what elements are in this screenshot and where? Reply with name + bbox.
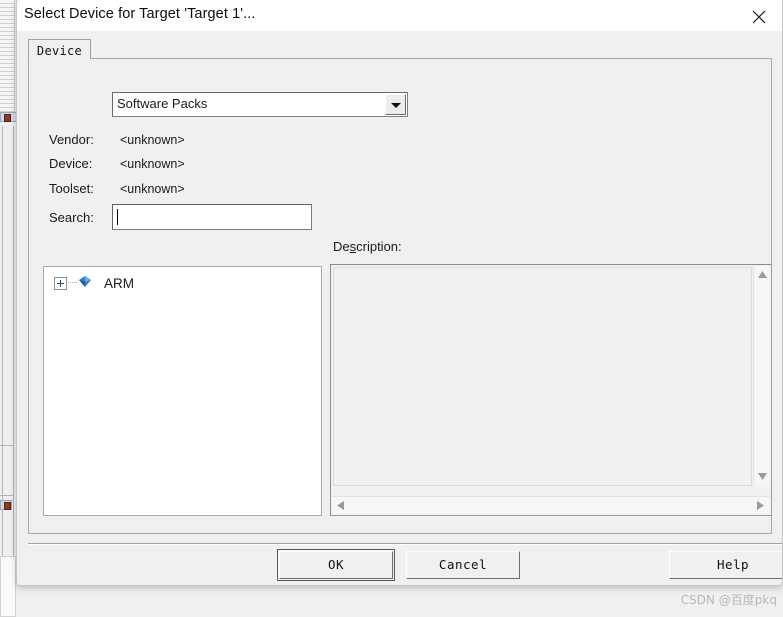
device-label: Device: — [49, 156, 93, 171]
ok-button[interactable]: OK — [277, 549, 395, 581]
footer-separator — [28, 543, 782, 545]
background-statusbar — [0, 556, 16, 617]
chevron-down-icon[interactable] — [385, 94, 406, 115]
description-panel — [330, 264, 772, 516]
triangle-left-icon[interactable] — [332, 497, 350, 515]
background-ruler — [0, 0, 15, 112]
search-label: Search: — [49, 210, 94, 225]
vendor-value: <unknown> — [120, 133, 185, 147]
pack-cube-icon — [78, 275, 92, 292]
description-text — [333, 267, 752, 486]
description-vertical-scrollbar[interactable] — [753, 266, 770, 485]
toolset-value: <unknown> — [120, 182, 185, 196]
description-horizontal-scrollbar[interactable] — [332, 496, 770, 514]
background-divider — [2, 126, 3, 586]
dialog-titlebar: Select Device for Target 'Target 1'... — [17, 0, 782, 31]
tab-selected-notch — [29, 58, 90, 59]
dialog-title: Select Device for Target 'Target 1'... — [24, 6, 256, 22]
background-toolbar-icon — [4, 114, 11, 122]
triangle-right-icon[interactable] — [752, 497, 770, 515]
description-label-suffix: cription: — [356, 239, 402, 254]
background-divider — [0, 495, 14, 496]
expand-plus-icon[interactable] — [54, 276, 67, 290]
pack-source-value: Software Packs — [117, 96, 208, 111]
vendor-label: Vendor: — [49, 132, 94, 147]
select-device-dialog: Select Device for Target 'Target 1'... D… — [16, 0, 783, 586]
device-value: <unknown> — [120, 157, 185, 171]
close-icon[interactable] — [736, 0, 782, 31]
help-button[interactable]: Help — [669, 551, 782, 579]
description-label: Description: — [333, 239, 402, 254]
pack-source-combobox[interactable]: Software Packs — [112, 92, 408, 117]
triangle-down-icon[interactable] — [754, 468, 771, 485]
text-caret — [117, 209, 118, 225]
triangle-up-icon[interactable] — [754, 266, 771, 283]
watermark: CSDN @百度pkq — [680, 593, 777, 607]
background-divider — [0, 445, 14, 446]
description-label-prefix: De — [333, 239, 350, 254]
cancel-button[interactable]: Cancel — [406, 551, 520, 579]
search-input[interactable] — [112, 204, 312, 230]
background-toolbar-icon — [4, 502, 11, 510]
device-tree[interactable]: ARM — [43, 266, 322, 516]
tree-connector — [68, 282, 77, 284]
background-divider — [13, 126, 14, 586]
tree-item-label: ARM — [104, 275, 134, 291]
toolset-label: Toolset: — [49, 181, 94, 196]
tree-item-arm[interactable]: ARM — [54, 273, 134, 293]
